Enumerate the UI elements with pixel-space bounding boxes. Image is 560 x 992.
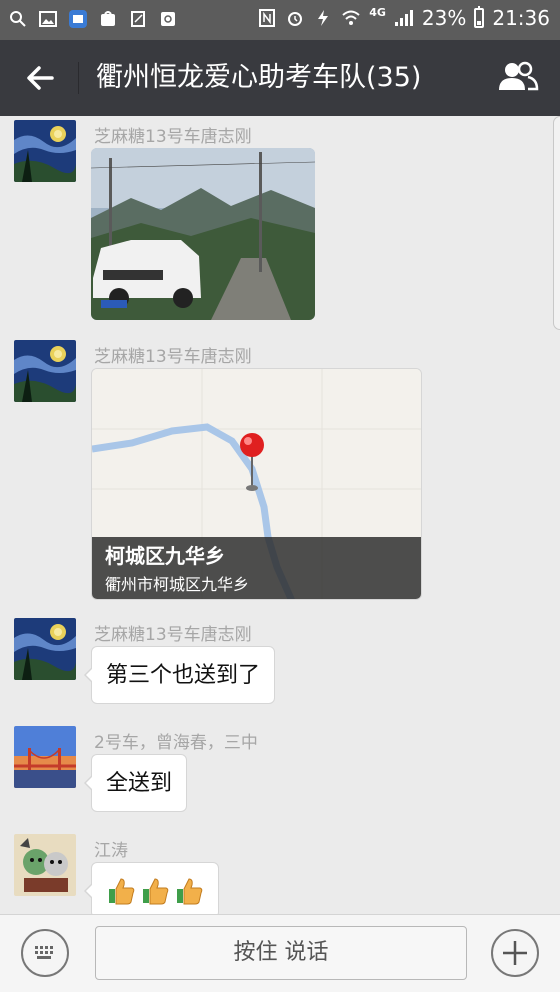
avatar[interactable]: [14, 120, 76, 182]
message-bubble[interactable]: [84, 862, 219, 914]
header-divider: [78, 62, 79, 94]
gallery-icon: [38, 9, 58, 29]
side-panel-edge: [553, 116, 560, 330]
search-icon: [8, 9, 28, 29]
system-status: 4G 23% 21:36: [257, 6, 550, 30]
keyboard-toggle-button[interactable]: [21, 929, 69, 977]
signal-icon: [394, 8, 414, 28]
location-caption: 柯城区九华乡 衢州市柯城区九华乡: [92, 537, 421, 599]
battery-icon: [474, 6, 485, 28]
group-icon: [499, 61, 539, 91]
app-icon: [68, 9, 88, 29]
clock: 21:36: [492, 6, 550, 30]
location-address: 衢州市柯城区九华乡: [105, 575, 250, 594]
sender-name: 芝麻糖13号车唐志刚: [94, 127, 252, 147]
emoji-row: [106, 863, 204, 914]
sender-name: 芝麻糖13号车唐志刚: [94, 625, 252, 645]
avatar[interactable]: [14, 618, 76, 680]
map-pin-icon: [240, 433, 264, 457]
sender-name: 江涛: [94, 841, 128, 861]
back-arrow-icon: [27, 66, 54, 90]
thumbs-up-icon: [109, 878, 135, 905]
back-button[interactable]: [22, 60, 58, 96]
location-title: 柯城区九华乡: [105, 544, 225, 568]
message-bubble[interactable]: 第三个也送到了: [83, 646, 276, 704]
thumbs-up-icon: [143, 878, 169, 905]
cart-icon: [98, 9, 118, 29]
page-title: 衢州恒龙爱心助考车队(35): [96, 62, 422, 93]
chat-area[interactable]: 芝麻糖13号车唐志刚 芝麻糖13号车唐志刚 柯城区九华乡 衢州市柯城区九华乡 芝…: [0, 116, 560, 914]
avatar[interactable]: [14, 340, 76, 402]
data-saver-icon: [313, 8, 333, 28]
avatar[interactable]: [14, 726, 76, 788]
shared-photo[interactable]: [91, 148, 315, 320]
nfc-icon: [257, 8, 277, 28]
notification-icons: [8, 9, 178, 29]
more-options-button[interactable]: [491, 929, 539, 977]
hold-to-talk-button[interactable]: 按住 说话: [95, 926, 467, 980]
avatar[interactable]: [14, 834, 76, 896]
plus-icon: [503, 941, 527, 965]
status-bar: 4G 23% 21:36: [0, 0, 560, 40]
sender-name: 2号车，曾海春，三中: [94, 733, 258, 753]
keyboard-icon: [35, 946, 53, 959]
message-bubble[interactable]: 全送到: [83, 754, 188, 812]
group-members-button[interactable]: [496, 58, 540, 98]
network-type: 4G: [369, 5, 386, 19]
wifi-icon: [341, 8, 361, 28]
input-bar: 按住 说话: [0, 914, 560, 992]
chat-header: 衢州恒龙爱心助考车队(35): [0, 40, 560, 116]
clipboard-icon: [128, 9, 148, 29]
recycle-icon: [158, 9, 178, 29]
alarm-icon: [285, 8, 305, 28]
battery-percent: 23%: [421, 6, 467, 30]
thumbs-up-icon: [177, 878, 203, 905]
location-card[interactable]: 柯城区九华乡 衢州市柯城区九华乡: [91, 368, 422, 600]
sender-name: 芝麻糖13号车唐志刚: [94, 347, 252, 367]
